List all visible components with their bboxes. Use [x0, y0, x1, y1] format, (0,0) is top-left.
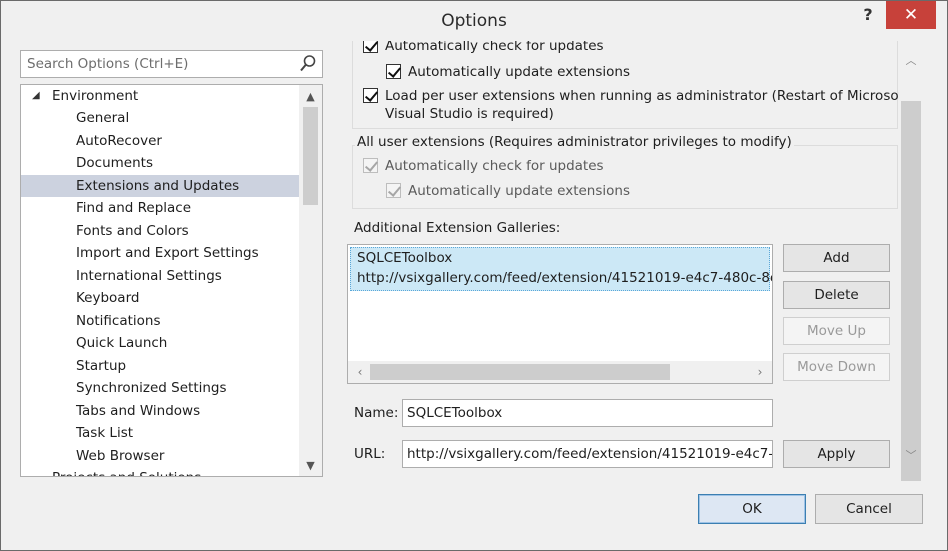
checkbox-checked-icon[interactable] — [386, 64, 401, 79]
tree-item-import-export-settings[interactable]: Import and Export Settings — [21, 242, 299, 264]
galleries-list[interactable]: SQLCEToolbox http://vsixgallery.com/feed… — [347, 244, 773, 384]
scroll-down-icon[interactable]: ﹀ — [900, 446, 922, 466]
options-dialog: Options ? ✕ Search Options (Ctrl+E) ◢ En… — [0, 0, 948, 551]
cancel-button[interactable]: Cancel — [815, 494, 923, 524]
scroll-left-icon[interactable]: ‹ — [350, 362, 370, 382]
settings-scrollbar-thumb[interactable] — [901, 101, 921, 481]
scroll-up-icon[interactable]: ︿ — [900, 51, 922, 71]
tree-item-startup[interactable]: Startup — [21, 355, 299, 377]
collapse-caret-icon[interactable]: ◢ — [32, 85, 40, 107]
galleries-hscrollbar-thumb[interactable] — [370, 364, 670, 380]
tree-item-autorecover[interactable]: AutoRecover — [21, 130, 299, 152]
checkbox-checked-icon[interactable] — [363, 41, 378, 53]
settings-scrollbar[interactable]: ︿ ﹀ — [900, 41, 922, 481]
tree-item-tabs-and-windows[interactable]: Tabs and Windows — [21, 400, 299, 422]
move-down-button: Move Down — [783, 353, 890, 381]
gallery-url: http://vsixgallery.com/feed/extension/41… — [357, 270, 773, 286]
search-placeholder: Search Options (Ctrl+E) — [27, 56, 189, 72]
move-up-button: Move Up — [783, 317, 890, 345]
gallery-name: SQLCEToolbox — [357, 250, 453, 266]
galleries-hscrollbar[interactable]: ‹ › — [348, 361, 772, 383]
tree-item-quick-launch[interactable]: Quick Launch — [21, 332, 299, 354]
url-field[interactable]: http://vsixgallery.com/feed/extension/41… — [402, 440, 773, 468]
tree-item-web-browser[interactable]: Web Browser — [21, 445, 299, 467]
tree-item-find-and-replace[interactable]: Find and Replace — [21, 197, 299, 219]
tree-item-environment[interactable]: ◢ Environment — [21, 85, 299, 107]
name-field[interactable]: SQLCEToolbox — [402, 399, 773, 427]
tree-item-synchronized-settings[interactable]: Synchronized Settings — [21, 377, 299, 399]
scroll-down-icon[interactable]: ▼ — [299, 456, 322, 476]
ok-button[interactable]: OK — [698, 494, 806, 524]
delete-button[interactable]: Delete — [783, 281, 890, 309]
title-bar: Options ? ✕ — [1, 1, 947, 39]
apply-button[interactable]: Apply — [783, 440, 890, 468]
help-button[interactable]: ? — [851, 3, 885, 27]
tree-item-international-settings[interactable]: International Settings — [21, 265, 299, 287]
search-icon[interactable] — [299, 54, 317, 74]
list-item[interactable]: SQLCEToolbox http://vsixgallery.com/feed… — [350, 247, 773, 291]
tree-item-fonts-and-colors[interactable]: Fonts and Colors — [21, 220, 299, 242]
tree-item-keyboard[interactable]: Keyboard — [21, 287, 299, 309]
all-users-legend: All user extensions (Requires administra… — [355, 134, 794, 150]
checkbox-checked-icon — [363, 158, 378, 173]
checkbox-checked-icon — [386, 183, 401, 198]
galleries-label: Additional Extension Galleries: — [354, 220, 561, 236]
scroll-right-icon[interactable]: › — [750, 362, 770, 382]
name-label: Name: — [354, 405, 399, 421]
tree-item-general[interactable]: General — [21, 107, 299, 129]
window-title: Options — [441, 11, 507, 31]
tree-item-notifications[interactable]: Notifications — [21, 310, 299, 332]
add-button[interactable]: Add — [783, 244, 890, 272]
load-admin-text-line2: Visual Studio is required) — [385, 106, 554, 122]
tree-item-extensions-and-updates[interactable]: Extensions and Updates — [21, 175, 299, 197]
tree-scrollbar-thumb[interactable] — [303, 107, 318, 205]
current-user-group: Automatically check for updates Automati… — [352, 41, 899, 129]
url-label: URL: — [354, 446, 386, 462]
checkbox-checked-icon[interactable] — [363, 88, 378, 103]
all-users-group: Automatically check for updates Automati… — [352, 145, 898, 209]
search-options-input[interactable]: Search Options (Ctrl+E) — [20, 50, 323, 78]
tree-item-documents[interactable]: Documents — [21, 152, 299, 174]
scroll-up-icon[interactable]: ▲ — [299, 87, 322, 107]
options-tree[interactable]: ◢ Environment General AutoRecover Docume… — [20, 84, 323, 477]
close-button[interactable]: ✕ — [886, 1, 936, 29]
tree-item-projects-and-solutions[interactable]: Projects and Solutions — [21, 467, 299, 476]
tree-scrollbar[interactable]: ▲ ▼ — [299, 85, 322, 476]
tree-item-task-list[interactable]: Task List — [21, 422, 299, 444]
